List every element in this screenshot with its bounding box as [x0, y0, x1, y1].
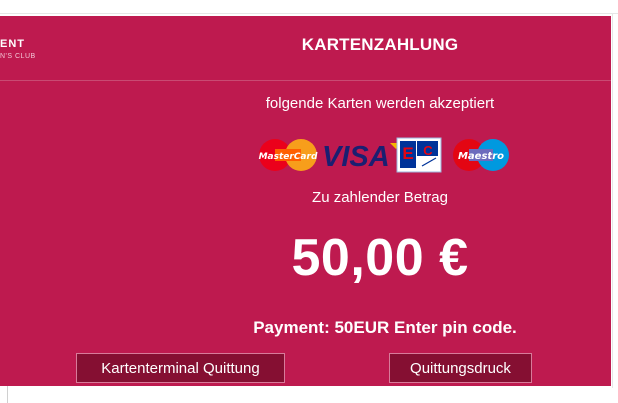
visa-icon: VISA [322, 141, 400, 173]
right-divider [612, 13, 613, 388]
brand-logo: ENT N'S CLUB [0, 38, 80, 68]
svg-text:C: C [423, 143, 433, 158]
left-divider [7, 385, 8, 403]
window: ENT N'S CLUB KARTENZAHLUNG folgende Kart… [0, 0, 618, 403]
brand-name: ENT [0, 38, 25, 50]
terminal-receipt-button[interactable]: Kartenterminal Quittung [76, 353, 285, 383]
svg-text:VISA: VISA [322, 141, 390, 173]
payment-status: Payment: 50EUR Enter pin code. [253, 318, 517, 337]
svg-text:E: E [402, 144, 413, 163]
top-divider [0, 13, 618, 14]
svg-text:MasterCard: MasterCard [259, 152, 318, 162]
mastercard-icon: MasterCard [259, 139, 318, 171]
payment-panel: ENT N'S CLUB KARTENZAHLUNG folgende Kart… [0, 16, 611, 386]
ec-card-icon: E C [396, 137, 442, 173]
maestro-icon: Maestro [453, 139, 509, 171]
amount-label: Zu zahlender Betrag [312, 189, 448, 206]
brand-subtitle: N'S CLUB [0, 53, 36, 60]
amount-value: 50,00 € [291, 229, 469, 287]
accepted-cards-text: folgende Karten werden akzeptiert [265, 95, 495, 112]
svg-text:Maestro: Maestro [458, 151, 504, 162]
header: ENT N'S CLUB KARTENZAHLUNG [0, 16, 611, 81]
receipt-print-button[interactable]: Quittungsdruck [389, 353, 532, 383]
card-logos: MasterCard VISA E C Maestro [258, 137, 518, 173]
page-title: KARTENZAHLUNG [301, 35, 459, 54]
